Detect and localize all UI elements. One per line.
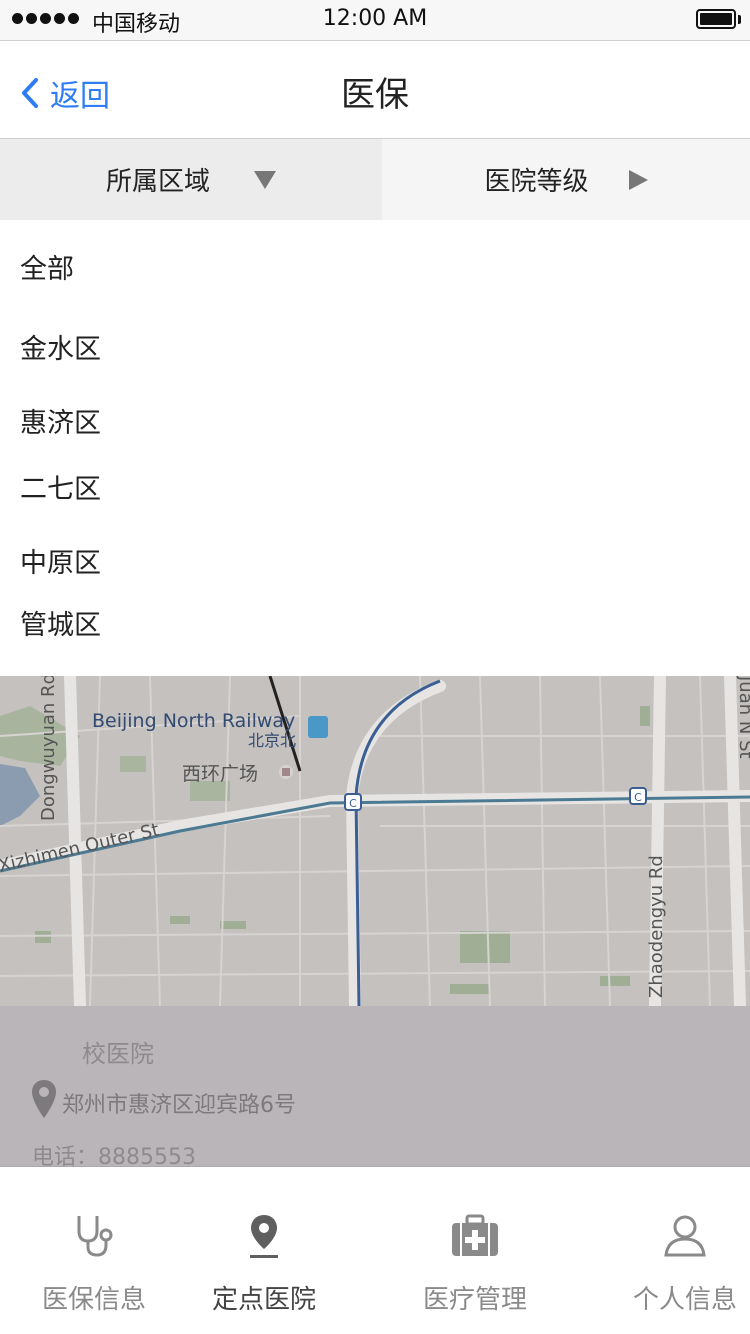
clock: 12:00 AM	[322, 6, 428, 31]
tab-medical-insurance-info[interactable]: 医保信息	[0, 1167, 188, 1334]
filter-bar: 所属区域 医院等级	[0, 139, 750, 220]
triangle-right-icon	[628, 169, 648, 190]
hospital-address: 郑州市惠济区迎宾路6号	[62, 1093, 296, 1118]
hospital-info-card[interactable]: 校医院 郑州市惠济区迎宾路6号 电话：8885553	[0, 1006, 750, 1170]
triangle-down-icon	[254, 170, 276, 189]
location-pin-icon	[250, 1215, 278, 1258]
medical-kit-icon	[452, 1214, 498, 1256]
map-label-railway: Beijing North Railway	[92, 710, 295, 732]
map-label-juan: Juan N St	[735, 676, 750, 759]
svg-text:C: C	[349, 797, 357, 810]
tab-label: 个人信息	[632, 1285, 737, 1315]
region-option-huiji[interactable]: 惠济区	[20, 401, 101, 440]
tab-personal-info[interactable]: 个人信息	[591, 1167, 750, 1334]
region-dropdown: 全部 金水区 惠济区 二七区 中原区 管城区	[0, 220, 750, 676]
tab-label: 医保信息	[41, 1285, 146, 1315]
page-title: 医保	[341, 75, 409, 115]
region-filter-tab[interactable]: 所属区域	[0, 139, 382, 220]
map-label-dongwuyuan: Dongwuyuan Rd	[38, 676, 59, 821]
map-label-zhaodengyu: Zhaodengyu Rd	[646, 855, 667, 998]
map-view[interactable]: C C Beijing North Railway 北京北 西环广场 Dongw…	[0, 676, 750, 1006]
tab-designated-hospitals[interactable]: 定点医院	[170, 1167, 358, 1334]
level-filter-tab[interactable]: 医院等级	[382, 139, 750, 220]
tab-bar: 医保信息 定点医院 医疗管理 个人信息	[0, 1167, 750, 1334]
region-option-guancheng[interactable]: 管城区	[20, 603, 101, 642]
svg-text:C: C	[634, 791, 642, 804]
navigation-bar: 返回 医保	[0, 41, 750, 139]
region-option-jinshui[interactable]: 金水区	[20, 327, 101, 366]
tab-label: 定点医院	[211, 1285, 316, 1315]
map-label-beijingbei: 北京北	[248, 731, 296, 750]
status-bar: 中国移动 12:00 AM	[0, 0, 750, 41]
battery-icon	[696, 9, 736, 29]
location-pin-icon	[32, 1080, 56, 1118]
region-option-erqi[interactable]: 二七区	[20, 467, 101, 506]
stethoscope-icon	[77, 1216, 113, 1257]
region-filter-label: 所属区域	[105, 167, 210, 197]
map-label-xihuan: 西环广场	[182, 763, 258, 785]
level-filter-label: 医院等级	[484, 167, 589, 197]
battery-tip	[738, 15, 741, 24]
address-row: 郑州市惠济区迎宾路6号	[30, 1078, 296, 1120]
region-option-zhongyuan[interactable]: 中原区	[20, 541, 101, 580]
tab-medical-management[interactable]: 医疗管理	[381, 1167, 569, 1334]
tab-label: 医疗管理	[422, 1285, 527, 1315]
region-option-all[interactable]: 全部	[20, 247, 74, 286]
hospital-name: 校医院	[82, 1040, 154, 1068]
user-icon	[664, 1215, 706, 1257]
